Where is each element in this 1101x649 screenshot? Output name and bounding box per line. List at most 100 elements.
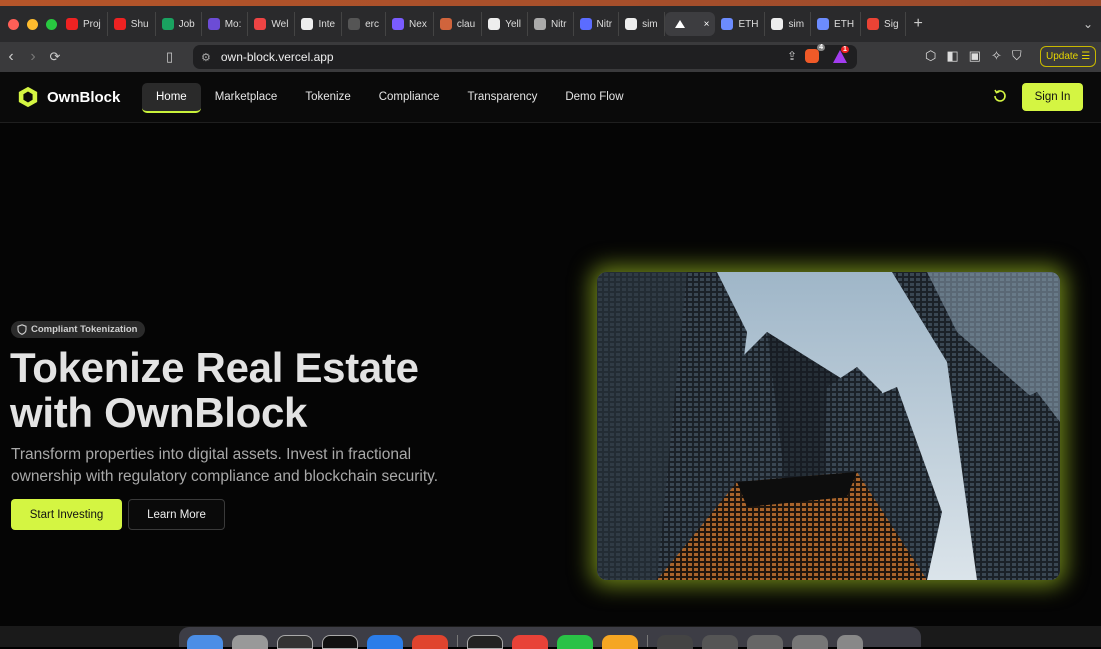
browser-tab-8[interactable]: clau bbox=[434, 12, 483, 36]
close-window-button[interactable] bbox=[8, 18, 19, 30]
address-bar[interactable]: ⚙ own-block.vercel.app ⇪ 4 1 bbox=[193, 44, 857, 69]
nav-tokenize[interactable]: Tokenize bbox=[291, 83, 364, 113]
hero-headline: Tokenize Real Estate with OwnBlock bbox=[10, 345, 550, 435]
browser-tab-4[interactable]: Wel bbox=[248, 12, 296, 36]
share-icon[interactable]: ⇪ bbox=[787, 49, 797, 63]
tab-label: ETH bbox=[834, 18, 855, 30]
tab-label: Yell bbox=[505, 18, 521, 30]
window-controls bbox=[0, 18, 60, 30]
tab-label: Sig bbox=[884, 18, 899, 30]
nav-marketplace[interactable]: Marketplace bbox=[201, 83, 292, 113]
tab-favicon-icon bbox=[348, 18, 361, 30]
tab-favicon-icon bbox=[113, 18, 126, 30]
browser-tab-strip: Proj Shu Job Mo: Wel Inte erc Nex clau Yell Nitr Ni… bbox=[0, 6, 1101, 42]
back-button[interactable]: ‹ bbox=[0, 48, 22, 66]
subtext-line-1: Transform properties into digital assets… bbox=[11, 446, 412, 463]
vpn-icon[interactable]: ⛉ bbox=[1012, 48, 1022, 64]
tab-favicon-icon bbox=[488, 18, 501, 30]
extensions-icon[interactable]: ⬡ bbox=[925, 48, 936, 64]
nav-demo-flow[interactable]: Demo Flow bbox=[551, 83, 637, 113]
browser-tab-1[interactable]: Shu bbox=[108, 12, 156, 36]
tab-label: sim bbox=[642, 18, 658, 30]
close-tab-icon[interactable]: × bbox=[704, 19, 710, 30]
browser-tab-12[interactable]: sim bbox=[619, 12, 665, 36]
site-settings-icon[interactable]: ⚙ bbox=[201, 51, 211, 64]
browser-tab-5[interactable]: Inte bbox=[295, 12, 343, 36]
tab-favicon-icon bbox=[439, 18, 452, 30]
update-label: Update bbox=[1046, 51, 1079, 62]
tab-favicon-icon bbox=[161, 18, 174, 30]
tab-label: clau bbox=[456, 18, 476, 30]
browser-tab-11[interactable]: Nitr bbox=[574, 12, 620, 36]
main-nav: Home Marketplace Tokenize Compliance Tra… bbox=[142, 83, 638, 113]
tab-label: Proj bbox=[83, 18, 101, 30]
brave-shields-icon[interactable]: 4 bbox=[805, 44, 825, 63]
browser-tab-3[interactable]: Mo: bbox=[202, 12, 249, 36]
dock-separator bbox=[457, 635, 458, 647]
hero-subtext: Transform properties into digital assets… bbox=[11, 444, 481, 488]
brand-name: OwnBlock bbox=[47, 88, 121, 106]
leo-ai-icon[interactable]: ✧ bbox=[991, 48, 1002, 64]
dock-separator bbox=[647, 635, 648, 647]
wallet-icon[interactable]: ▣ bbox=[969, 48, 981, 64]
tab-search-chevron-icon[interactable]: ⌄ bbox=[1083, 17, 1101, 31]
browser-tab-trailing-0[interactable]: ETH bbox=[715, 12, 766, 36]
tab-label: ETH bbox=[738, 18, 759, 30]
toolbar-actions: ⬡ ◧ ▣ ✧ ⛉ bbox=[925, 48, 1022, 64]
url-text: own-block.vercel.app bbox=[220, 50, 334, 64]
nav-compliance[interactable]: Compliance bbox=[365, 83, 454, 113]
browser-tab-trailing-1[interactable]: sim bbox=[765, 12, 812, 36]
tab-label: Job bbox=[178, 18, 195, 30]
browser-tab-active[interactable]: × bbox=[664, 12, 716, 36]
tab-favicon-icon bbox=[579, 18, 592, 30]
browser-tab-10[interactable]: Nitr bbox=[528, 12, 574, 36]
tab-label: Nex bbox=[409, 18, 427, 30]
tab-favicon-icon bbox=[254, 18, 267, 30]
tab-label: sim bbox=[788, 18, 805, 30]
sidebar-icon[interactable]: ◧ bbox=[946, 48, 958, 64]
tab-label: Wel bbox=[271, 18, 289, 30]
compliance-badge: Compliant Tokenization bbox=[11, 321, 146, 338]
start-investing-button[interactable]: Start Investing bbox=[11, 499, 122, 530]
tab-favicon-icon bbox=[66, 18, 78, 30]
browser-tab-9[interactable]: Yell bbox=[482, 12, 528, 36]
learn-more-button[interactable]: Learn More bbox=[128, 499, 225, 530]
sign-in-button[interactable]: Sign In bbox=[1022, 83, 1083, 111]
vercel-triangle-icon bbox=[674, 20, 685, 28]
tab-label: Mo: bbox=[224, 18, 242, 30]
browser-tab-trailing-2[interactable]: ETH bbox=[811, 12, 862, 36]
browser-tab-0[interactable]: Proj bbox=[60, 12, 108, 36]
site-header: OwnBlock Home Marketplace Tokenize Compl… bbox=[0, 72, 1101, 123]
browser-tab-6[interactable]: erc bbox=[342, 12, 387, 36]
tab-favicon-icon bbox=[625, 18, 638, 30]
tab-favicon-icon bbox=[817, 18, 830, 30]
macos-dock bbox=[179, 627, 921, 649]
browser-tab-2[interactable]: Job bbox=[156, 12, 202, 36]
nav-transparency[interactable]: Transparency bbox=[453, 83, 551, 113]
forward-button[interactable]: › bbox=[22, 48, 44, 66]
browser-tab-trailing-3[interactable]: Sig bbox=[861, 12, 906, 36]
browser-toolbar: ‹ › ⟳ ▯ ⚙ own-block.vercel.app ⇪ 4 1 ⬡ ◧… bbox=[0, 42, 1101, 72]
browser-tab-7[interactable]: Nex bbox=[386, 12, 434, 36]
reload-button[interactable]: ⟳ bbox=[44, 49, 66, 65]
zoom-window-button[interactable] bbox=[46, 18, 57, 30]
update-button[interactable]: Update ☰ bbox=[1040, 46, 1097, 67]
refresh-icon[interactable] bbox=[992, 88, 1008, 104]
headline-line-1: Tokenize Real Estate bbox=[10, 344, 419, 391]
nav-home[interactable]: Home bbox=[142, 83, 201, 113]
brave-rewards-icon[interactable]: 1 bbox=[833, 45, 849, 63]
brand-logo[interactable]: OwnBlock bbox=[17, 86, 120, 108]
tab-label: erc bbox=[365, 18, 380, 30]
shields-count-badge: 4 bbox=[817, 44, 825, 51]
tab-favicon-icon bbox=[867, 18, 880, 30]
hexagon-logo-icon bbox=[18, 86, 38, 108]
subtext-line-2: ownership with regulatory compliance and… bbox=[11, 468, 439, 485]
hero-section: Compliant Tokenization Tokenize Real Est… bbox=[0, 123, 1101, 626]
tab-favicon-icon bbox=[771, 18, 784, 30]
bookmark-icon[interactable]: ▯ bbox=[166, 49, 186, 65]
tab-favicon-icon bbox=[721, 18, 734, 30]
menu-icon: ☰ bbox=[1081, 51, 1091, 62]
headline-line-2: with OwnBlock bbox=[10, 389, 308, 436]
minimize-window-button[interactable] bbox=[27, 18, 38, 30]
new-tab-button[interactable]: + bbox=[906, 15, 931, 33]
